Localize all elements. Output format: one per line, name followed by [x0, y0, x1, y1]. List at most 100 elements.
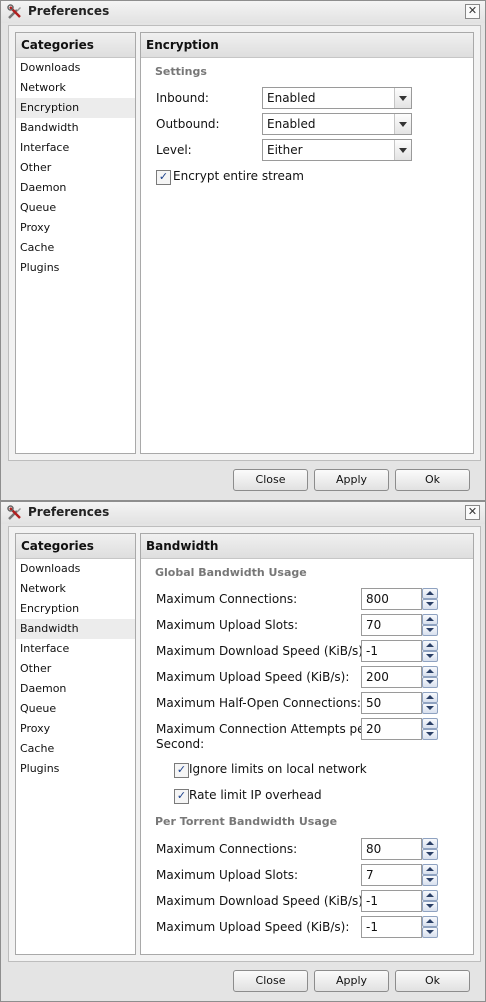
- category-queue[interactable]: Queue: [16, 699, 135, 719]
- max-half-open-input[interactable]: 50: [361, 692, 422, 714]
- category-other[interactable]: Other: [16, 158, 135, 178]
- torrent-max-upload-speed-spinner[interactable]: -1: [361, 916, 439, 938]
- spin-down-icon[interactable]: [422, 875, 438, 886]
- spin-down-icon[interactable]: [422, 901, 438, 912]
- apply-button[interactable]: Apply: [314, 469, 389, 491]
- outbound-select[interactable]: Enabled: [262, 113, 412, 135]
- torrent-max-upload-speed-label: Maximum Upload Speed (KiB/s):: [156, 920, 350, 934]
- max-half-open-spinner[interactable]: 50: [361, 692, 439, 714]
- max-upload-speed-input[interactable]: 200: [361, 666, 422, 688]
- category-bandwidth[interactable]: Bandwidth: [16, 118, 135, 138]
- max-download-speed-spinner[interactable]: -1: [361, 640, 439, 662]
- panel-title: Bandwidth: [141, 534, 473, 559]
- ok-button[interactable]: Ok: [395, 970, 470, 992]
- torrent-max-upload-slots-input[interactable]: 7: [361, 864, 422, 886]
- spin-up-icon[interactable]: [422, 718, 438, 729]
- spin-down-icon[interactable]: [422, 849, 438, 860]
- chevron-down-icon[interactable]: [394, 140, 411, 160]
- chevron-down-icon[interactable]: [394, 114, 411, 134]
- preferences-dialog-encryption: Preferences ✕ Categories Downloads Netwo…: [0, 0, 486, 501]
- outbound-label: Outbound:: [156, 117, 220, 131]
- category-network[interactable]: Network: [16, 78, 135, 98]
- category-plugins[interactable]: Plugins: [16, 759, 135, 779]
- spin-up-icon[interactable]: [422, 692, 438, 703]
- spin-up-icon[interactable]: [422, 588, 438, 599]
- encrypt-entire-stream-checkbox[interactable]: ✓: [156, 170, 171, 185]
- spin-up-icon[interactable]: [422, 614, 438, 625]
- inbound-select[interactable]: Enabled: [262, 87, 412, 109]
- apply-button[interactable]: Apply: [314, 970, 389, 992]
- torrent-max-connections-input[interactable]: 80: [361, 838, 422, 860]
- spin-down-icon[interactable]: [422, 625, 438, 636]
- max-download-speed-value: -1: [366, 644, 378, 658]
- category-proxy[interactable]: Proxy: [16, 719, 135, 739]
- close-icon[interactable]: ✕: [465, 4, 480, 19]
- spin-down-icon[interactable]: [422, 599, 438, 610]
- encryption-panel: Encryption Settings Inbound: Enabled Out…: [140, 32, 474, 454]
- spin-down-icon[interactable]: [422, 677, 438, 688]
- category-encryption[interactable]: Encryption: [16, 599, 135, 619]
- ignore-local-limits-checkbox[interactable]: ✓: [174, 763, 189, 778]
- max-upload-slots-label: Maximum Upload Slots:: [156, 618, 299, 632]
- max-upload-slots-input[interactable]: 70: [361, 614, 422, 636]
- ok-button[interactable]: Ok: [395, 469, 470, 491]
- category-queue[interactable]: Queue: [16, 198, 135, 218]
- category-bandwidth[interactable]: Bandwidth: [16, 619, 135, 639]
- spin-up-icon[interactable]: [422, 838, 438, 849]
- category-encryption[interactable]: Encryption: [16, 98, 135, 118]
- spin-down-icon[interactable]: [422, 927, 438, 938]
- torrent-max-upload-speed-value: -1: [366, 920, 378, 934]
- spinner-buttons: [422, 614, 438, 636]
- category-other[interactable]: Other: [16, 659, 135, 679]
- spin-up-icon[interactable]: [422, 890, 438, 901]
- category-downloads[interactable]: Downloads: [16, 58, 135, 78]
- category-downloads[interactable]: Downloads: [16, 559, 135, 579]
- bandwidth-panel: Bandwidth Global Bandwidth Usage Maximum…: [140, 533, 474, 955]
- spin-up-icon[interactable]: [422, 640, 438, 651]
- category-proxy[interactable]: Proxy: [16, 218, 135, 238]
- torrent-max-upload-slots-spinner[interactable]: 7: [361, 864, 439, 886]
- category-plugins[interactable]: Plugins: [16, 258, 135, 278]
- level-select[interactable]: Either: [262, 139, 412, 161]
- spin-up-icon[interactable]: [422, 864, 438, 875]
- max-upload-speed-value: 200: [366, 670, 389, 684]
- spin-up-icon[interactable]: [422, 666, 438, 677]
- tools-icon: [7, 4, 21, 19]
- max-connections-input[interactable]: 800: [361, 588, 422, 610]
- torrent-max-download-speed-value: -1: [366, 894, 378, 908]
- category-cache[interactable]: Cache: [16, 739, 135, 759]
- torrent-max-upload-speed-input[interactable]: -1: [361, 916, 422, 938]
- spin-down-icon[interactable]: [422, 703, 438, 714]
- category-network[interactable]: Network: [16, 579, 135, 599]
- max-connection-attempts-label-line1: Maximum Connection Attempts per: [156, 722, 370, 736]
- max-connection-attempts-input[interactable]: 20: [361, 718, 422, 740]
- close-button[interactable]: Close: [233, 970, 308, 992]
- dialog-body: Categories Downloads Network Encryption …: [8, 25, 481, 461]
- max-download-speed-input[interactable]: -1: [361, 640, 422, 662]
- rate-limit-overhead-label: Rate limit IP overhead: [189, 788, 322, 802]
- max-connections-value: 800: [366, 592, 389, 606]
- spin-down-icon[interactable]: [422, 729, 438, 740]
- level-label: Level:: [156, 143, 192, 157]
- category-cache[interactable]: Cache: [16, 238, 135, 258]
- category-interface[interactable]: Interface: [16, 138, 135, 158]
- close-icon[interactable]: ✕: [465, 505, 480, 520]
- category-daemon[interactable]: Daemon: [16, 178, 135, 198]
- rate-limit-overhead-checkbox[interactable]: ✓: [174, 789, 189, 804]
- max-connection-attempts-spinner[interactable]: 20: [361, 718, 439, 740]
- max-upload-speed-label: Maximum Upload Speed (KiB/s):: [156, 670, 350, 684]
- category-daemon[interactable]: Daemon: [16, 679, 135, 699]
- spinner-buttons: [422, 864, 438, 886]
- category-interface[interactable]: Interface: [16, 639, 135, 659]
- max-upload-speed-spinner[interactable]: 200: [361, 666, 439, 688]
- spin-down-icon[interactable]: [422, 651, 438, 662]
- torrent-max-connections-spinner[interactable]: 80: [361, 838, 439, 860]
- max-connection-attempts-label-line2: Second:: [156, 737, 205, 751]
- spin-up-icon[interactable]: [422, 916, 438, 927]
- torrent-max-download-speed-input[interactable]: -1: [361, 890, 422, 912]
- close-button[interactable]: Close: [233, 469, 308, 491]
- max-upload-slots-spinner[interactable]: 70: [361, 614, 439, 636]
- chevron-down-icon[interactable]: [394, 88, 411, 108]
- torrent-max-download-speed-spinner[interactable]: -1: [361, 890, 439, 912]
- max-connections-spinner[interactable]: 800: [361, 588, 439, 610]
